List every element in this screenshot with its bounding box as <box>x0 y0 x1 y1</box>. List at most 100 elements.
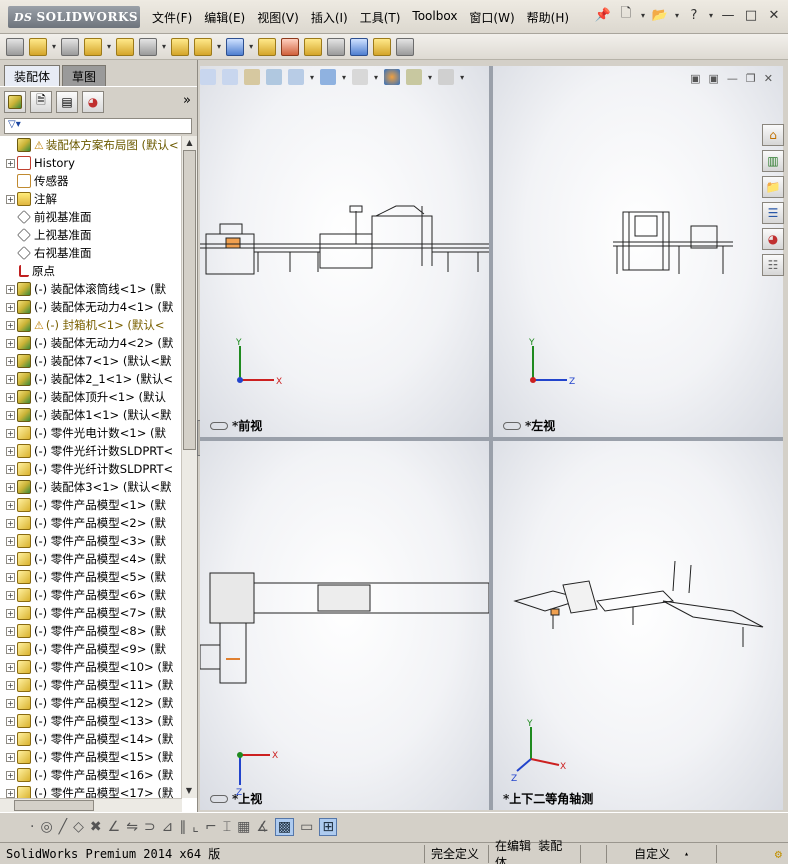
menu-file[interactable]: 文件(F) <box>152 9 192 26</box>
horizontal-viewport-splitter[interactable] <box>200 437 783 441</box>
display-manager-icon[interactable]: ◕ <box>82 90 104 113</box>
tree-item[interactable]: 前视基准面 <box>0 208 182 226</box>
tree-item[interactable]: + (-) 装配体7<1> (默认<默 <box>0 352 182 370</box>
bill-of-materials-icon[interactable] <box>281 37 300 56</box>
line-icon[interactable]: ╱ <box>59 819 67 835</box>
expand-toggle-icon[interactable]: + <box>6 554 15 564</box>
expand-toggle-icon[interactable]: + <box>6 716 15 726</box>
tree-item[interactable]: + (-) 零件光电计数<1> (默 <box>0 424 182 442</box>
tree-item[interactable]: + (-) 零件产品模型<7> (默 <box>0 604 182 622</box>
smart-fasteners-icon[interactable] <box>116 37 135 56</box>
circle-icon[interactable]: ◎ <box>40 819 52 835</box>
tree-item[interactable]: + (-) 零件产品模型<16> (默 <box>0 766 182 784</box>
viewport-left[interactable]: ▣ ▣ — ❐ ✕ Y Z *左视 <box>493 66 783 437</box>
tree-item[interactable]: + (-) 零件光纤计数SLDPRT< <box>0 442 182 460</box>
hole-alignment-icon[interactable] <box>396 37 415 56</box>
chevron-up-icon[interactable]: ▴ <box>684 849 689 858</box>
expand-toggle-icon[interactable]: + <box>6 338 15 348</box>
home-icon[interactable]: ⌂ <box>762 124 784 146</box>
menu-view[interactable]: 视图(V) <box>257 9 299 26</box>
feature-manager-tree-icon[interactable] <box>4 90 26 113</box>
close-icon[interactable]: ✕ <box>766 7 782 23</box>
custom-properties-icon[interactable]: ☷ <box>762 254 784 276</box>
menu-tools[interactable]: 工具(T) <box>360 9 401 26</box>
menu-insert[interactable]: 插入(I) <box>311 9 348 26</box>
viewport-front[interactable]: ▾ ▾ ▾ ▾ ▾ Y X *前视 <box>200 66 489 437</box>
grid-icon[interactable]: ▦ <box>237 819 250 835</box>
expand-toggle-icon[interactable]: + <box>6 662 15 672</box>
viewport-isometric[interactable]: Y X Z *上下二等角轴测 <box>493 441 783 810</box>
point-icon[interactable]: · <box>30 819 34 835</box>
tree-item[interactable]: + (-) 零件产品模型<11> (默 <box>0 676 182 694</box>
tree-item[interactable]: + (-) 装配体滚筒线<1> (默 <box>0 280 182 298</box>
polygon-icon[interactable]: ◇ <box>73 819 84 835</box>
scroll-up-arrow-icon[interactable]: ▲ <box>182 136 197 150</box>
expand-toggle-icon[interactable]: + <box>6 410 15 420</box>
tree-item[interactable]: + (-) 装配体顶升<1> (默认 <box>0 388 182 406</box>
status-units[interactable]: 自定义 ▴ <box>606 844 716 863</box>
resources-icon[interactable]: ▥ <box>762 150 784 172</box>
angle-icon[interactable]: ∠ <box>108 819 121 835</box>
help-icon[interactable]: ? <box>686 7 702 23</box>
mate-icon[interactable] <box>61 37 80 56</box>
dimension-icon[interactable]: ⌶ <box>223 819 231 835</box>
new-document-icon[interactable]: 🗋 <box>618 6 634 23</box>
mirror-icon[interactable]: ⇋ <box>126 819 138 835</box>
tree-item[interactable]: + (-) 零件产品模型<2> (默 <box>0 514 182 532</box>
restore-icon[interactable]: □ <box>743 7 759 23</box>
expand-toggle-icon[interactable]: + <box>6 788 15 798</box>
corner-icon[interactable]: ⌞ <box>192 819 199 835</box>
configuration-manager-icon[interactable]: ▤ <box>56 90 78 113</box>
insert-components-icon[interactable] <box>29 37 47 56</box>
expand-toggle-icon[interactable]: + <box>6 194 15 204</box>
tree-item[interactable]: + (-) 零件产品模型<14> (默 <box>0 730 182 748</box>
tab-assembly[interactable]: 装配体 <box>4 65 61 86</box>
tree-item[interactable]: + (-) 装配体1<1> (默认<默 <box>0 406 182 424</box>
chevron-down-icon[interactable]: ▾ <box>52 42 56 51</box>
expand-toggle-icon[interactable]: + <box>6 752 15 762</box>
tree-item[interactable]: 传感器 <box>0 172 182 190</box>
expand-toggle-icon[interactable]: + <box>6 698 15 708</box>
tree-item[interactable]: 上视基准面 <box>0 226 182 244</box>
menu-help[interactable]: 帮助(H) <box>527 9 569 26</box>
tree-item[interactable]: + (-) 零件产品模型<9> (默 <box>0 640 182 658</box>
tree-item[interactable]: + (-) 零件产品模型<6> (默 <box>0 586 182 604</box>
expand-toggle-icon[interactable]: + <box>6 356 15 366</box>
chevron-down-icon[interactable]: ▾ <box>675 11 679 20</box>
viewport-top[interactable]: X Z *上视 <box>200 441 489 810</box>
file-explorer-icon[interactable]: ☰ <box>762 202 784 224</box>
scroll-thumb[interactable] <box>183 150 196 450</box>
expand-toggle-icon[interactable]: + <box>6 482 15 492</box>
property-manager-icon[interactable]: 🗎 <box>30 90 52 113</box>
tree-item[interactable]: + (-) 零件产品模型<15> (默 <box>0 748 182 766</box>
expand-toggle-icon[interactable]: + <box>6 608 15 618</box>
expand-toggle-icon[interactable]: + <box>6 302 15 312</box>
expand-toggle-icon[interactable]: + <box>6 770 15 780</box>
design-library-icon[interactable]: 📁 <box>762 176 784 198</box>
new-motion-study-icon[interactable] <box>258 37 277 56</box>
chevron-down-icon[interactable]: ▾ <box>709 11 713 20</box>
chevron-down-icon[interactable]: ▾ <box>162 42 166 51</box>
chamfer-icon[interactable]: ⊿ <box>162 819 174 835</box>
expand-toggle-icon[interactable]: + <box>6 680 15 690</box>
tree-item[interactable]: + (-) 零件产品模型<5> (默 <box>0 568 182 586</box>
expand-toggle-icon[interactable]: + <box>6 536 15 546</box>
menu-edit[interactable]: 编辑(E) <box>204 9 245 26</box>
tree-item[interactable]: + (-) 装配体无动力4<1> (默 <box>0 298 182 316</box>
expand-toggle-icon[interactable]: + <box>6 590 15 600</box>
tree-item[interactable]: 原点 <box>0 262 182 280</box>
tree-item[interactable]: + ⚠ (-) 封箱机<1> (默认< <box>0 316 182 334</box>
tree-item[interactable]: + 注解 <box>0 190 182 208</box>
minimize-icon[interactable]: — <box>720 7 736 23</box>
linear-pattern-icon[interactable] <box>84 37 103 56</box>
tree-horizontal-scrollbar[interactable] <box>0 798 182 812</box>
single-view-icon[interactable]: ▭ <box>300 819 313 835</box>
tree-item[interactable]: + (-) 零件产品模型<10> (默 <box>0 658 182 676</box>
expand-toggle-icon[interactable]: + <box>6 572 15 582</box>
interference-detection-icon[interactable] <box>350 37 369 56</box>
tree-item[interactable]: + (-) 零件产品模型<12> (默 <box>0 694 182 712</box>
expand-toggle-icon[interactable]: + <box>6 374 15 384</box>
explode-line-sketch-icon[interactable] <box>327 37 346 56</box>
filter-input[interactable]: ▽▾ <box>4 118 192 134</box>
expand-toggle-icon[interactable]: + <box>6 626 15 636</box>
